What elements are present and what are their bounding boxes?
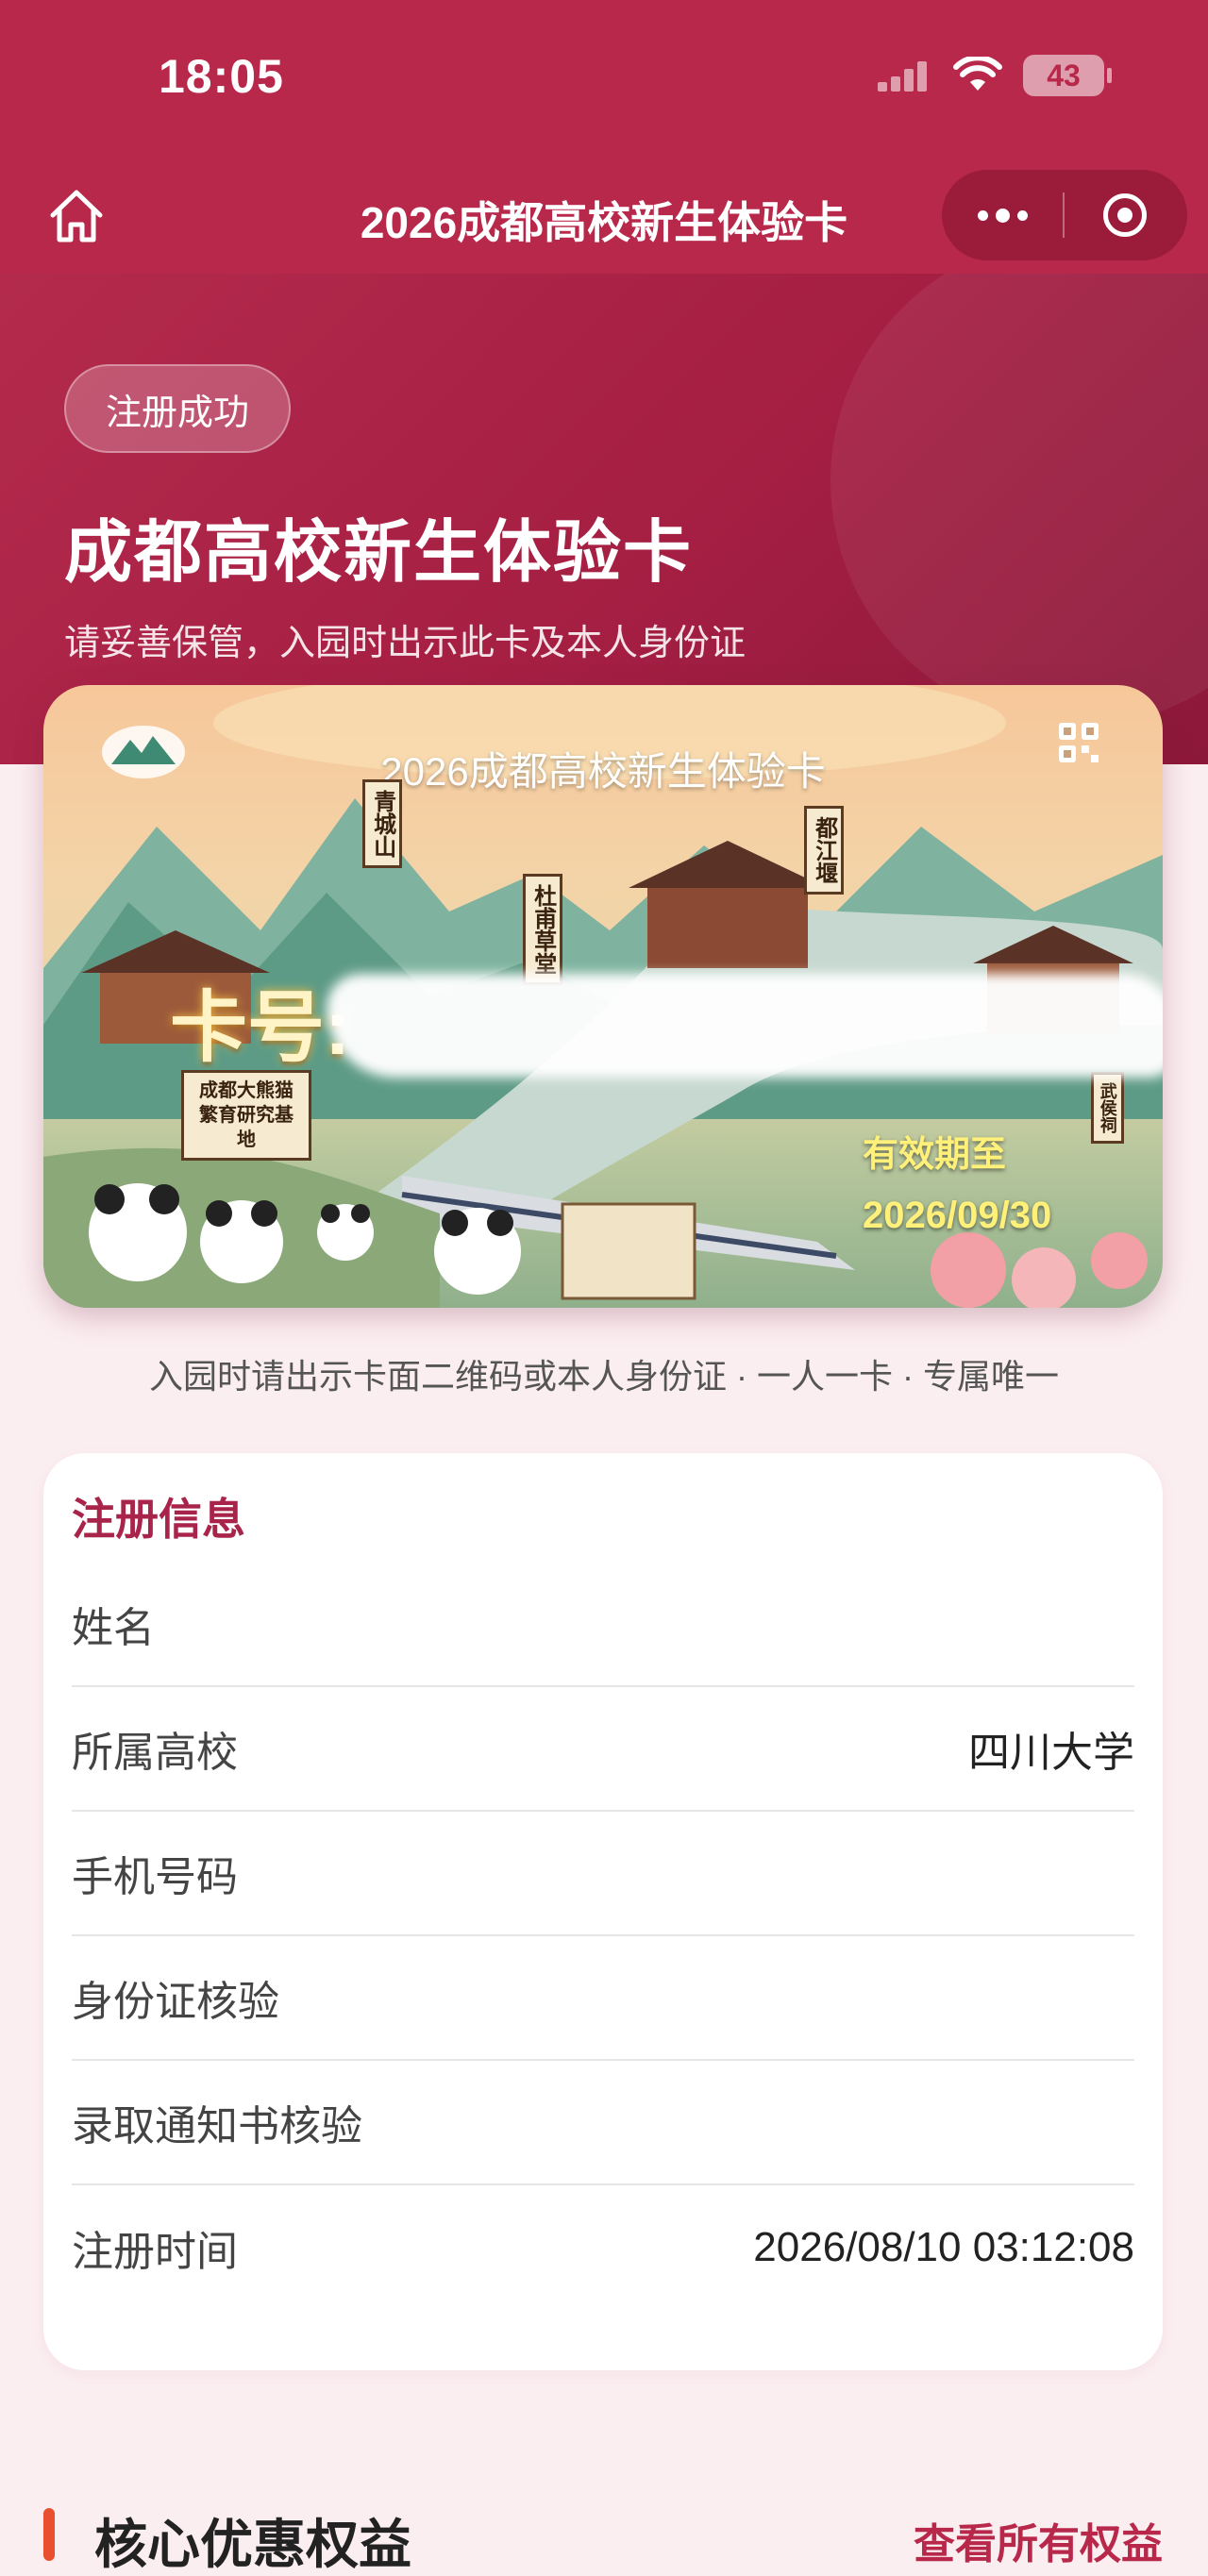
place-tag-wuhouci: 武侯祠 <box>1091 1072 1124 1144</box>
view-all-benefits-link[interactable]: 查看所有权益 <box>914 2510 1163 2570</box>
experience-card[interactable]: 2026成都高校新生体验卡 青城山 都江堰 杜甫草堂 武侯祠 成都大熊猫繁育研究… <box>43 685 1163 1308</box>
info-row-university: 所属高校 四川大学 <box>72 1687 1134 1812</box>
info-row-name: 姓名 <box>72 1563 1134 1687</box>
place-tag-dujiangyan: 都江堰 <box>804 806 844 895</box>
panda-base-tag: 成都大熊猫繁育研究基地 <box>181 1070 311 1161</box>
hero-decoration <box>830 274 1208 727</box>
info-label: 姓名 <box>72 1605 155 1651</box>
status-icons: 43 <box>878 55 1112 96</box>
info-label: 所属高校 <box>72 1730 238 1776</box>
info-row-phone: 手机号码 <box>72 1812 1134 1936</box>
more-icon[interactable] <box>942 170 1063 260</box>
status-badge: 注册成功 <box>64 364 292 453</box>
section-heading: 注册信息 <box>72 1495 245 1544</box>
info-label: 身份证核验 <box>72 1979 279 2025</box>
status-time: 18:05 <box>159 50 284 103</box>
card-title: 2026成都高校新生体验卡 <box>380 749 826 794</box>
section-accent-bar <box>43 2508 55 2561</box>
signal-icon <box>878 59 932 92</box>
info-row-id-verification: 身份证核验 <box>72 1936 1134 2061</box>
status-bar: 18:05 43 <box>0 0 1208 160</box>
mini-program-capsule <box>942 170 1187 260</box>
info-label: 手机号码 <box>72 1854 238 1900</box>
info-label: 录取通知书核验 <box>72 2103 362 2149</box>
battery-icon: 43 <box>1023 55 1112 96</box>
benefits-title: 核心优惠权益 <box>94 2515 411 2574</box>
info-value: 四川大学 <box>968 1730 1134 1776</box>
valid-until-date: 2026/09/30 <box>863 1195 1052 1236</box>
wifi-icon <box>953 57 1002 91</box>
info-row-admission-verification: 录取通知书核验 <box>72 2061 1134 2185</box>
card-number-redaction <box>327 974 1163 1078</box>
page-subtitle: 请妥善保管，入园时出示此卡及本人身份证 <box>64 624 747 663</box>
info-value: 2026/08/10 03:12:08 <box>753 2224 1134 2270</box>
registration-info-panel: 注册信息 姓名 所属高校 四川大学 手机号码 身份证核验 录取通知书核验 注册时… <box>43 1453 1163 2370</box>
page-title: 成都高校新生体验卡 <box>64 515 694 591</box>
nav-bar: 2026成都高校新生体验卡 <box>0 160 1208 274</box>
place-tag-qingchengshan: 青城山 <box>362 779 402 868</box>
card-number-label: 卡号: <box>170 985 351 1071</box>
valid-until-label: 有效期至 <box>863 1135 1007 1175</box>
qr-code-icon[interactable] <box>1057 721 1100 764</box>
benefits-section-header: 核心优惠权益 查看所有权益 <box>0 2482 1208 2576</box>
place-tag-dufu-caotang: 杜甫草堂 <box>523 874 562 985</box>
close-mini-program-icon[interactable] <box>1065 170 1185 260</box>
info-row-register-time: 注册时间 2026/08/10 03:12:08 <box>72 2185 1134 2310</box>
card-notice: 入园时请出示卡面二维码或本人身份证 · 一人一卡 · 专属唯一 <box>149 1357 1059 1396</box>
info-label: 注册时间 <box>72 2229 238 2275</box>
